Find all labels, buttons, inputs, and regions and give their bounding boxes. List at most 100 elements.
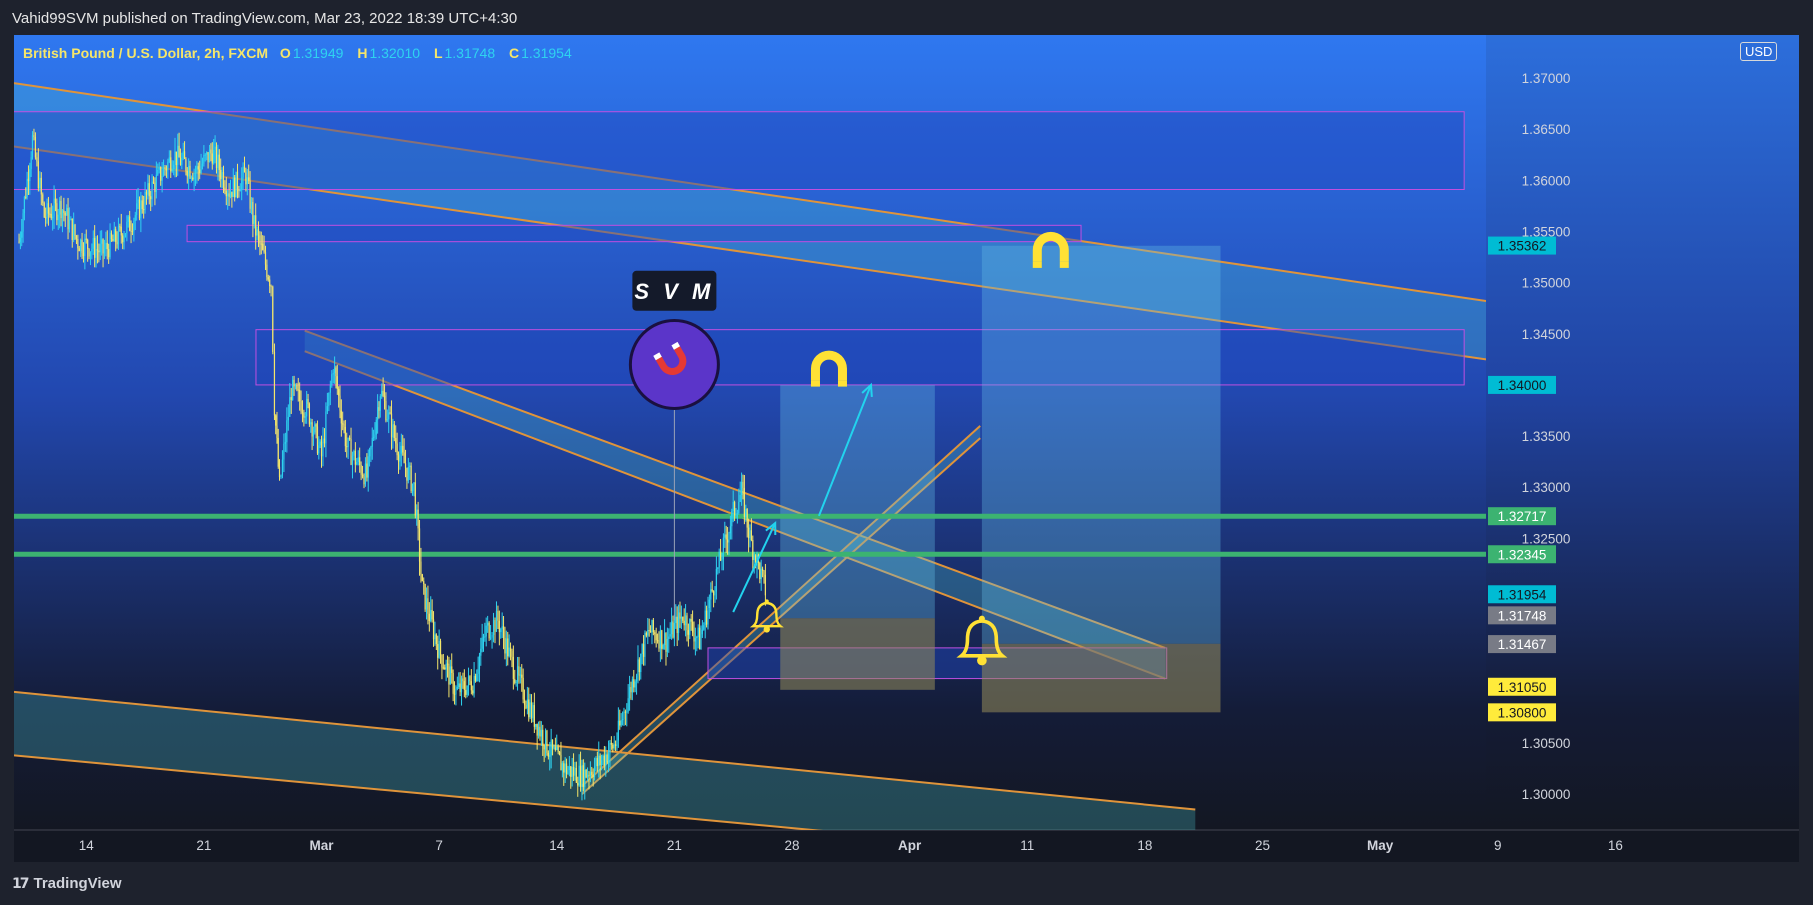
candle-body [399,453,401,462]
candle-body [96,249,99,251]
candle-body [389,412,391,414]
currency-button[interactable]: USD [1740,42,1778,61]
candle-body [154,182,156,193]
candle-body [585,769,587,778]
candle-body [68,219,71,230]
candle-body [143,209,145,211]
candle-body [669,634,671,637]
candle-body [595,758,597,767]
tradingview-brand[interactable]: 17 TradingView [12,875,122,892]
candle-body [335,367,337,377]
candle-body [318,445,320,454]
candle-body [620,720,622,726]
candle-body [550,739,552,756]
candle-body [306,398,308,417]
candle-body [332,373,334,375]
candle-body [732,502,734,512]
candle-body [98,250,100,253]
candle-body [140,200,142,219]
candle-body [649,630,652,633]
candle-body [193,173,195,180]
candle-body [364,463,367,485]
candle-body [452,672,454,694]
symbol-name[interactable]: British Pound / U.S. Dollar, 2h, FXCM [23,45,268,61]
candle-body [342,423,344,425]
candle-body [746,508,748,528]
candle-body [238,189,240,191]
candle-body [619,720,621,726]
candle-body [283,443,285,460]
candle-body [417,509,419,529]
candle-body [168,157,170,162]
y-tick-label: 1.36500 [1522,122,1571,137]
candle-body [455,688,457,695]
candle-body [704,610,706,626]
candle-body [103,249,106,254]
candle-body [522,677,524,700]
candle-body [328,392,330,407]
candle-body [186,170,188,177]
candle-body [613,744,615,749]
candle-body [18,241,20,243]
candle-body [289,397,291,417]
x-tick-label: Apr [898,838,922,853]
candle-body [126,221,128,234]
candle-body [144,191,146,210]
candle-body [46,203,48,218]
candle-body [27,178,30,182]
candle-body [95,249,97,258]
candle-body [726,539,729,543]
candle-body [267,277,269,280]
candle-body [42,194,44,203]
candle-body [221,172,223,180]
chart-canvas[interactable]: S V M1.370001.365001.360001.355001.35000… [14,35,1799,862]
candle-body [30,157,32,170]
candle-body [478,655,481,669]
candle-body [145,191,148,195]
candle-body [425,598,428,610]
candle-body [705,610,708,625]
low-label: L [433,45,443,61]
candle-body [356,461,358,465]
candle-body [277,437,279,467]
candle-body [492,620,495,635]
candle-body [312,432,315,437]
candle-body [34,137,37,158]
candle-body [70,218,72,220]
chart-panel[interactable]: S V M 1.37000 1.36500 1.36000 1.35500 1.35000… [14,35,1799,862]
candle-body [430,609,432,622]
candle-body [762,568,764,571]
candle-body [411,483,414,491]
candle-body [181,158,183,165]
candle-body [242,166,244,178]
candle-body [577,782,579,786]
candle-body [715,568,717,592]
candle-body [442,667,444,669]
candle-body [738,502,740,514]
candle-body [553,747,555,749]
candle-body [652,620,654,633]
candle-body [438,640,440,658]
candle-body [563,763,565,773]
x-tick-label: 25 [1255,838,1270,853]
candle-body [334,367,336,374]
position-stop-zone [981,643,1221,713]
candle-body [698,627,701,650]
candle-body [33,135,35,138]
candle-body [623,711,625,719]
candle-body [743,488,745,517]
candle-body [71,218,73,241]
candle-body [63,210,65,213]
candle-body [694,638,696,642]
candle-body [721,559,723,561]
candle-body [367,456,369,478]
candle-body [225,190,227,197]
candle-body [740,481,743,496]
candle-body [418,528,421,562]
candle-body [509,647,512,652]
candle-body [256,229,258,236]
candle-body [206,152,208,155]
candle-body [377,407,379,420]
candle-body [686,615,688,631]
candle-body [49,213,51,215]
